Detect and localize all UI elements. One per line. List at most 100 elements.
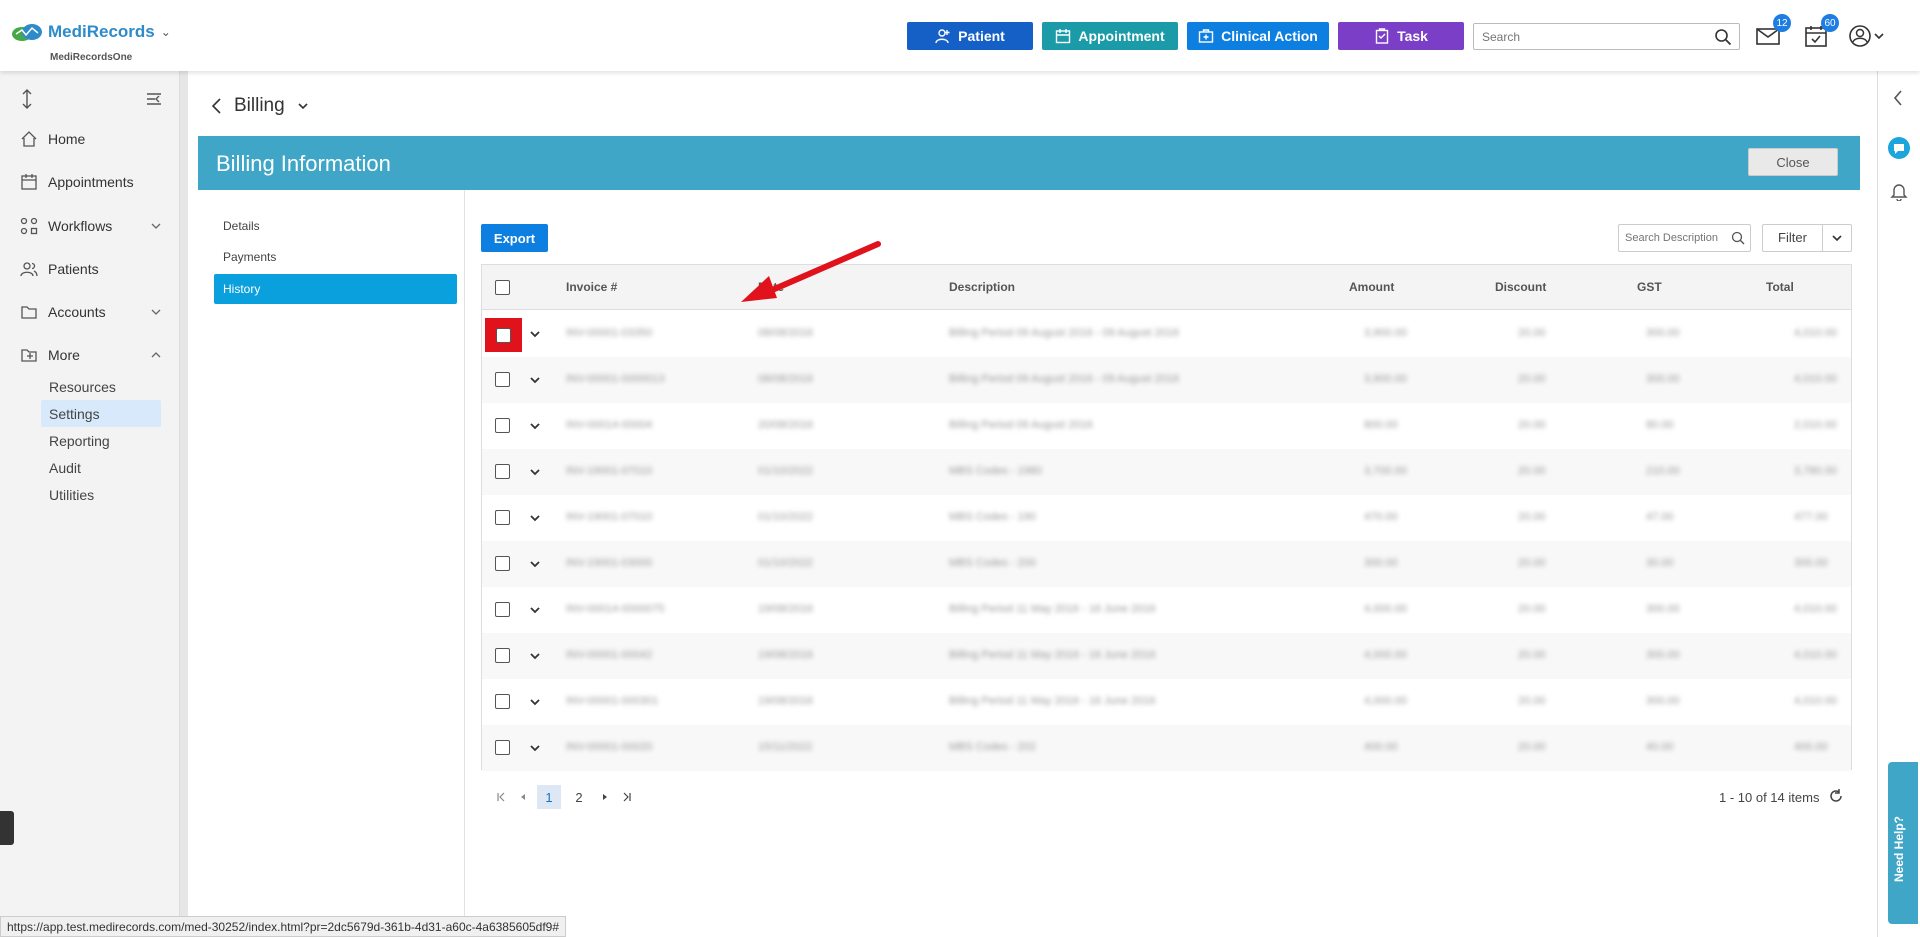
sidebar-subitem-utilities[interactable]: Utilities: [41, 481, 161, 508]
back-arrow-icon[interactable]: [210, 97, 224, 115]
patient-button-label: Patient: [958, 28, 1005, 44]
sidebar-subitem-resources[interactable]: Resources: [41, 373, 161, 400]
tasks-inbox-button[interactable]: 60: [1803, 14, 1839, 48]
table-row[interactable]: INV-00014-00004 20/08/2016 Billing Period …: [482, 403, 1851, 449]
first-page-icon[interactable]: [493, 789, 509, 805]
table-row[interactable]: INV-00001-000301 19/08/2016 Billing Period…: [482, 679, 1851, 725]
table-row[interactable]: INV-19001-07010 01/10/2022 MBS Codes - 190…: [482, 495, 1851, 541]
table-row[interactable]: INV-00001-0000013 08/08/2016 Billing Perio…: [482, 357, 1851, 403]
chevron-down-icon[interactable]: ⌄: [161, 25, 171, 39]
left-drawer-tab[interactable]: [0, 811, 14, 845]
close-button[interactable]: Close: [1748, 148, 1838, 176]
cell-amount: 800.00: [1364, 419, 1398, 431]
sidebar-subitem-reporting[interactable]: Reporting: [41, 427, 161, 454]
chat-icon[interactable]: [1887, 136, 1911, 160]
chevron-down-icon[interactable]: [150, 220, 162, 232]
expand-row-chevron-icon[interactable]: [529, 696, 541, 708]
need-help-tab[interactable]: Need Help?: [1888, 762, 1918, 924]
clinical-action-button[interactable]: Clinical Action: [1187, 22, 1329, 50]
user-menu[interactable]: [1848, 24, 1888, 48]
patient-button[interactable]: Patient: [907, 22, 1033, 50]
table-row[interactable]: INV-00001-03350 08/08/2016 Billing Period …: [482, 311, 1851, 357]
expand-row-chevron-icon[interactable]: [529, 466, 541, 478]
cell-discount: 20.00: [1518, 741, 1546, 753]
row-checkbox[interactable]: [495, 372, 510, 387]
next-page-icon[interactable]: [597, 789, 613, 805]
table-row[interactable]: INV-19001-03000 01/10/2022 MBS Codes - 200…: [482, 541, 1851, 587]
column-invoice[interactable]: Invoice #: [566, 280, 617, 294]
refresh-icon[interactable]: [1828, 788, 1844, 804]
nav-details[interactable]: Details: [214, 211, 457, 241]
row-checkbox[interactable]: [495, 648, 510, 663]
search-icon[interactable]: [1731, 231, 1745, 245]
sidebar-subitem-settings[interactable]: Settings: [41, 400, 161, 427]
sidebar-item-appointments[interactable]: Appointments: [0, 167, 180, 197]
sidebar-item-more[interactable]: More: [0, 340, 180, 370]
app-logo[interactable]: MediRecords ⌄: [10, 22, 171, 42]
row-checkbox[interactable]: [495, 464, 510, 479]
appointment-button[interactable]: Appointment: [1042, 22, 1178, 50]
select-all-checkbox[interactable]: [495, 280, 510, 295]
table-row[interactable]: INV-00014-0000075 19/08/2016 Billing Perio…: [482, 587, 1851, 633]
cell-discount: 20.00: [1518, 511, 1546, 523]
page-2[interactable]: 2: [567, 785, 591, 809]
column-description[interactable]: Description: [949, 280, 1015, 294]
expand-row-chevron-icon[interactable]: [529, 650, 541, 662]
task-button[interactable]: Task: [1338, 22, 1464, 50]
column-amount[interactable]: Amount: [1349, 280, 1394, 294]
row-checkbox[interactable]: [495, 510, 510, 525]
column-total[interactable]: Total: [1766, 280, 1794, 294]
chevron-down-icon[interactable]: [1823, 225, 1851, 251]
expand-row-chevron-icon[interactable]: [529, 420, 541, 432]
collapse-sidebar-icon[interactable]: [144, 89, 164, 109]
filter-button[interactable]: Filter: [1762, 224, 1852, 252]
bell-icon[interactable]: [1890, 181, 1908, 201]
cell-invoice: INV-00014-0000075: [566, 603, 665, 615]
table-row[interactable]: INV-00001-00042 19/08/2016 Billing Period …: [482, 633, 1851, 679]
row-checkbox[interactable]: [495, 556, 510, 571]
sidebar-item-patients[interactable]: Patients: [0, 254, 180, 284]
table-row[interactable]: INV-19001-07010 01/10/2022 MBS Codes - 198…: [482, 449, 1851, 495]
history-table: Invoice # Date Description Amount Discou…: [481, 264, 1852, 771]
logo-text: MediRecords: [48, 22, 155, 41]
messages-button[interactable]: 12: [1755, 14, 1791, 48]
row-checkbox-highlighted[interactable]: [496, 328, 511, 343]
calendar-icon: [1056, 29, 1071, 44]
workflow-icon: [20, 217, 38, 235]
expand-row-chevron-icon[interactable]: [529, 512, 541, 524]
chevron-left-icon[interactable]: [1892, 89, 1904, 107]
expand-row-chevron-icon[interactable]: [529, 558, 541, 570]
sidebar-item-home[interactable]: Home: [0, 124, 180, 154]
sidebar-subitem-audit[interactable]: Audit: [41, 454, 161, 481]
column-discount[interactable]: Discount: [1495, 280, 1546, 294]
cell-date: 01/10/2022: [758, 557, 814, 569]
expand-row-chevron-icon[interactable]: [529, 374, 541, 386]
chevron-down-icon[interactable]: [150, 306, 162, 318]
global-search-input[interactable]: [1474, 24, 1710, 49]
export-button[interactable]: Export: [481, 224, 548, 252]
chevron-down-icon[interactable]: [297, 100, 309, 112]
medical-kit-icon: [1198, 29, 1214, 43]
row-checkbox[interactable]: [495, 694, 510, 709]
prev-page-icon[interactable]: [515, 789, 531, 805]
nav-history[interactable]: History: [214, 274, 457, 304]
sidebar-item-accounts[interactable]: Accounts: [0, 297, 180, 327]
row-checkbox[interactable]: [495, 740, 510, 755]
row-checkbox[interactable]: [495, 418, 510, 433]
sidebar-item-workflows[interactable]: Workflows: [0, 211, 180, 241]
expand-row-chevron-icon[interactable]: [529, 328, 541, 340]
resize-vertical-icon[interactable]: [17, 89, 37, 109]
page-1[interactable]: 1: [537, 785, 561, 809]
expand-row-chevron-icon[interactable]: [529, 742, 541, 754]
search-icon[interactable]: [1714, 28, 1732, 46]
expand-row-chevron-icon[interactable]: [529, 604, 541, 616]
row-checkbox[interactable]: [495, 602, 510, 617]
chevron-up-icon[interactable]: [150, 349, 162, 361]
cell-gst: 47.00: [1646, 511, 1674, 523]
description-search-input[interactable]: [1619, 226, 1731, 250]
table-row[interactable]: INV-00001-00020 15/11/2022 MBS Codes - 202…: [482, 725, 1851, 771]
status-bar-url: https://app.test.medirecords.com/med-302…: [0, 916, 567, 937]
nav-payments[interactable]: Payments: [214, 242, 457, 272]
column-gst[interactable]: GST: [1637, 280, 1662, 294]
last-page-icon[interactable]: [619, 789, 635, 805]
